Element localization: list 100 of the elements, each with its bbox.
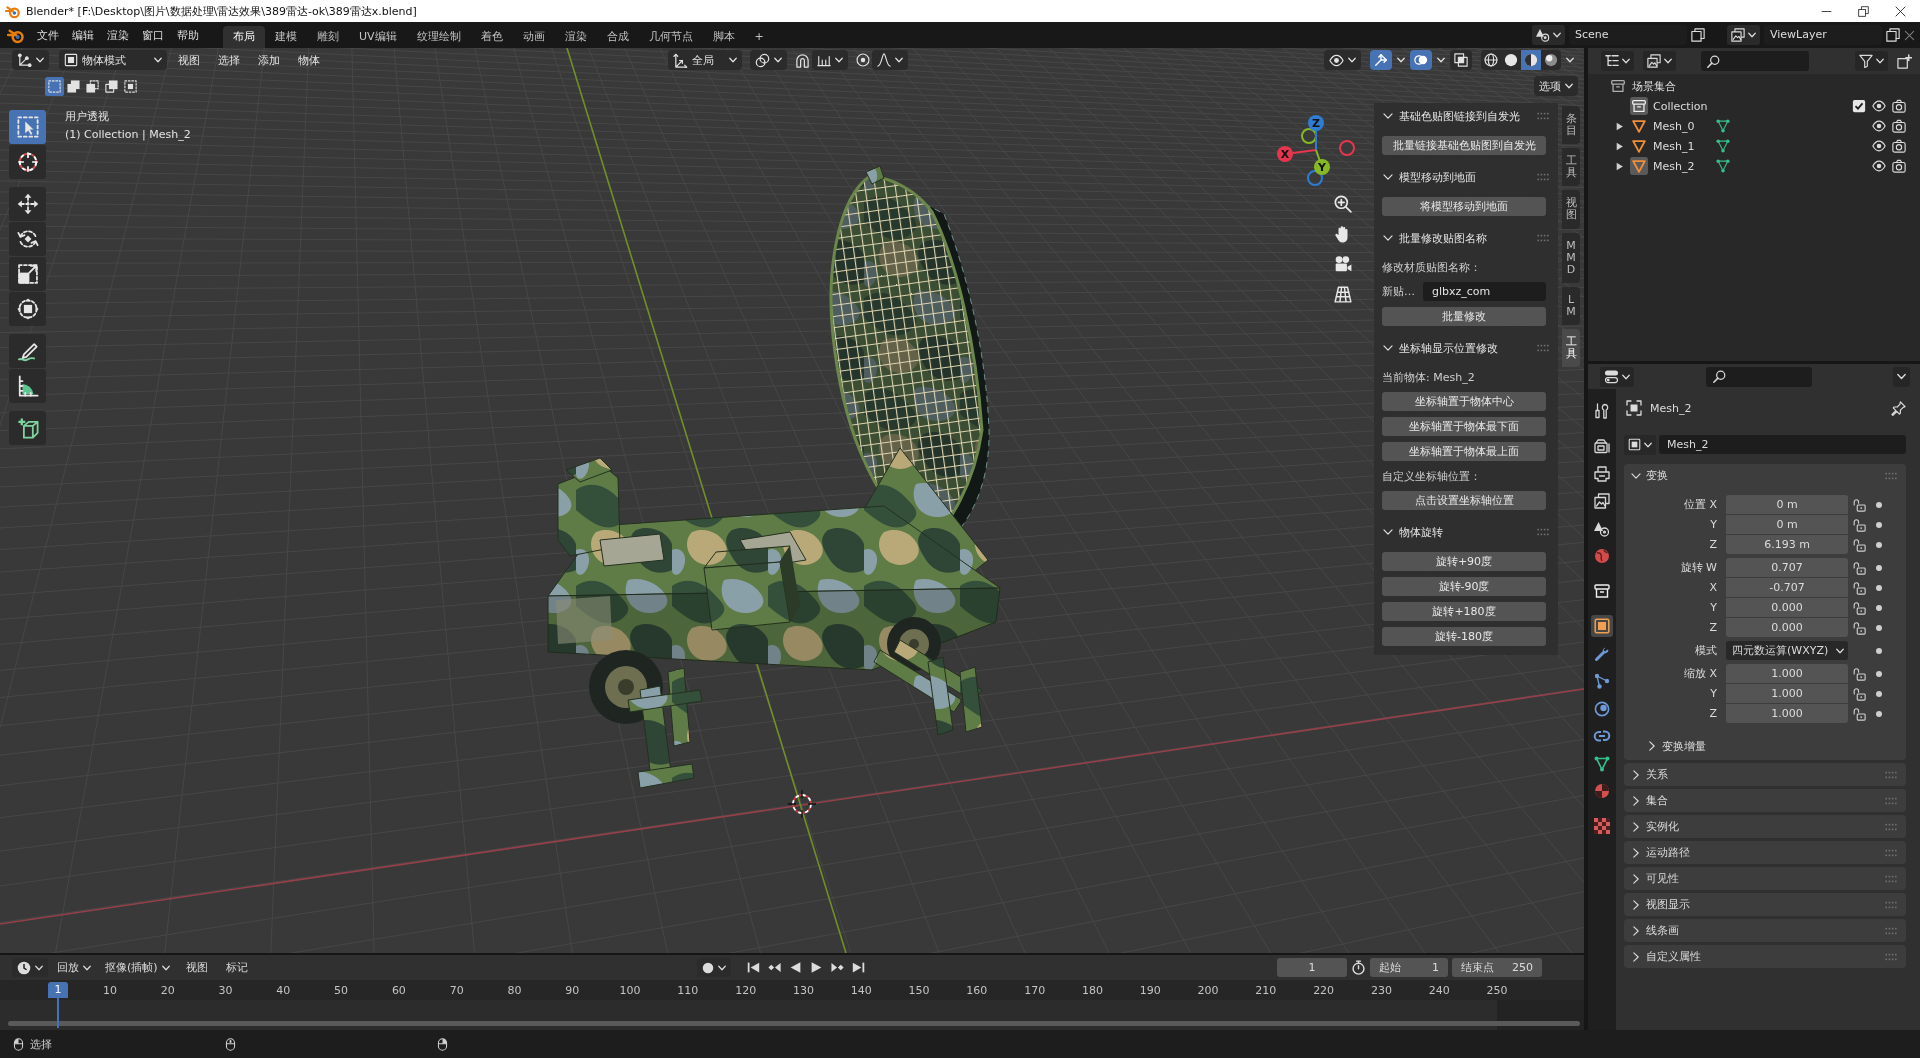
triangle-icon[interactable] [1630,157,1648,175]
chevron-icon[interactable] [1631,925,1641,936]
menu-item[interactable]: 帮助 [171,24,205,46]
end-frame-field[interactable]: 结束点 250 [1452,958,1542,977]
chevron-icon[interactable] [1383,172,1393,182]
caret-icon[interactable] [1437,56,1445,64]
keyframe-dot-icon[interactable] [1876,710,1882,717]
view-layer-name-field[interactable]: ViewLayer [1764,25,1882,45]
outliner-item[interactable]: Mesh_2 [1653,159,1695,173]
triangle-icon[interactable] [1630,137,1648,155]
auto-keying-dropdown[interactable] [696,958,731,977]
rotation-mode-dropdown[interactable]: 四元数运算(WXYZ) [1726,641,1848,660]
keyframe-dot-icon[interactable] [1876,541,1882,548]
number-field[interactable]: 6.193 m [1726,535,1848,554]
panel-title[interactable]: 基础色贴图链接到自发光 [1399,108,1530,124]
chevron-icon[interactable] [1647,741,1657,751]
grip-icon[interactable] [1536,528,1550,536]
workspace-tab[interactable]: 几何节点 [638,26,703,48]
number-field[interactable]: 0.000 [1726,618,1848,637]
popover-menu[interactable]: 回放 [52,958,96,977]
chevron-icon[interactable] [1631,821,1641,832]
zoom-icon[interactable] [1334,195,1352,213]
number-field[interactable]: 0 m [1726,515,1848,534]
add-cube-tool[interactable] [9,411,46,445]
number-field[interactable]: 1.000 [1726,704,1848,723]
expand-arrow-icon[interactable] [1615,141,1624,151]
caret-icon[interactable] [1566,56,1574,64]
panel-title[interactable]: 坐标轴显示位置修改 [1399,340,1530,356]
scene-name-field[interactable]: Scene [1569,25,1687,45]
padlock-icon[interactable] [1852,600,1866,615]
sidebar-button[interactable]: 旋转-90度 [1382,577,1546,596]
sidebar-tab[interactable]: 条目 [1562,106,1580,145]
box-plus-icon[interactable] [1897,53,1912,69]
padlock-icon[interactable] [1852,686,1866,701]
move-tool[interactable] [9,187,46,221]
mode-dropdown[interactable]: 物体模式 [59,50,167,70]
menu-item[interactable]: 视图 [178,958,215,977]
caret-icon[interactable] [1397,56,1405,64]
wireframe-shading-button[interactable] [1481,50,1501,70]
menu-item[interactable]: 渲染 [101,24,135,46]
stopwatch-icon[interactable] [1351,960,1366,975]
remove-icon[interactable] [1904,29,1915,41]
copy-icon[interactable] [1691,28,1705,42]
menu-item[interactable]: 添加 [251,50,287,70]
options-dropdown[interactable]: 选项 [1534,76,1578,96]
current-frame-field[interactable]: 1 [1277,958,1347,977]
editor-type-dropdown[interactable] [1601,51,1634,71]
number-field[interactable]: 1.000 [1726,684,1848,703]
panel-title[interactable]: 模型移动到地面 [1399,169,1530,185]
eye-icon[interactable] [1872,159,1886,173]
triangle-icon[interactable] [1630,117,1648,135]
workspace-tab[interactable]: 布局 [223,26,265,48]
grip-icon[interactable] [1884,874,1898,883]
grip-icon[interactable] [1536,112,1550,120]
next-keyframe-icon[interactable] [830,961,844,974]
panel-title[interactable]: 批量修改贴图名称 [1399,230,1530,246]
falloff-dropdown[interactable] [871,50,908,70]
vertex-triangle-icon[interactable] [1716,139,1731,153]
scene-dropdown[interactable] [1532,25,1565,45]
scale-tool[interactable] [9,257,46,291]
expand-arrow-icon[interactable] [1615,161,1624,171]
search-field[interactable] [1701,51,1809,71]
sidebar-tab[interactable]: LM [1562,286,1580,326]
play-reverse-icon[interactable] [788,961,802,974]
editor-type-dropdown[interactable] [1600,366,1634,387]
sidebar-button[interactable]: 批量链接基础色贴图到自发光 [1382,136,1546,155]
outliner-item[interactable]: Collection [1653,99,1708,113]
editor-type-dropdown[interactable] [12,50,49,70]
visibility-dropdown[interactable] [1324,50,1361,70]
sidebar-button[interactable]: 旋转+90度 [1382,552,1546,571]
measure-tool[interactable] [9,369,46,403]
eye-icon[interactable] [1872,139,1886,153]
maximize-icon[interactable] [1858,5,1869,17]
keyframe-dot-icon[interactable] [1876,584,1882,591]
sidebar-tab[interactable]: 视图 [1562,190,1580,229]
checker-icon[interactable] [1591,815,1613,837]
chevron-icon[interactable] [1631,795,1641,806]
grip-icon[interactable] [1884,952,1898,961]
box-icon[interactable] [1630,97,1648,115]
display-mode-dropdown[interactable] [1643,51,1676,71]
image-stack-icon[interactable] [1591,490,1613,512]
workspace-tab[interactable]: 纹理绘制 [406,26,471,48]
play-icon[interactable] [809,961,823,974]
padlock-icon[interactable] [1852,666,1866,681]
rendered-shading-button[interactable] [1541,50,1561,70]
keyframe-dot-icon[interactable] [1876,564,1882,571]
scrollbar[interactable] [8,1021,1580,1026]
search-field[interactable] [1706,366,1812,387]
outliner-item[interactable]: 场景集合 [1632,78,1676,94]
number-field[interactable]: 1.000 [1726,664,1848,683]
xray-toggle[interactable] [1450,50,1472,70]
workspace-tab[interactable]: 脚本 [702,26,745,48]
number-field[interactable]: 0.707 [1726,558,1848,577]
sidebar-button[interactable]: 旋转-180度 [1382,627,1546,646]
panel-title[interactable]: 变换增量 [1662,738,1906,754]
grid-icon[interactable] [1334,285,1352,303]
number-field[interactable]: -0.707 [1726,578,1848,597]
snap-dropdown[interactable] [811,50,848,70]
camera-icon[interactable] [1892,139,1906,153]
text-field[interactable]: glbxz_com [1423,282,1546,301]
